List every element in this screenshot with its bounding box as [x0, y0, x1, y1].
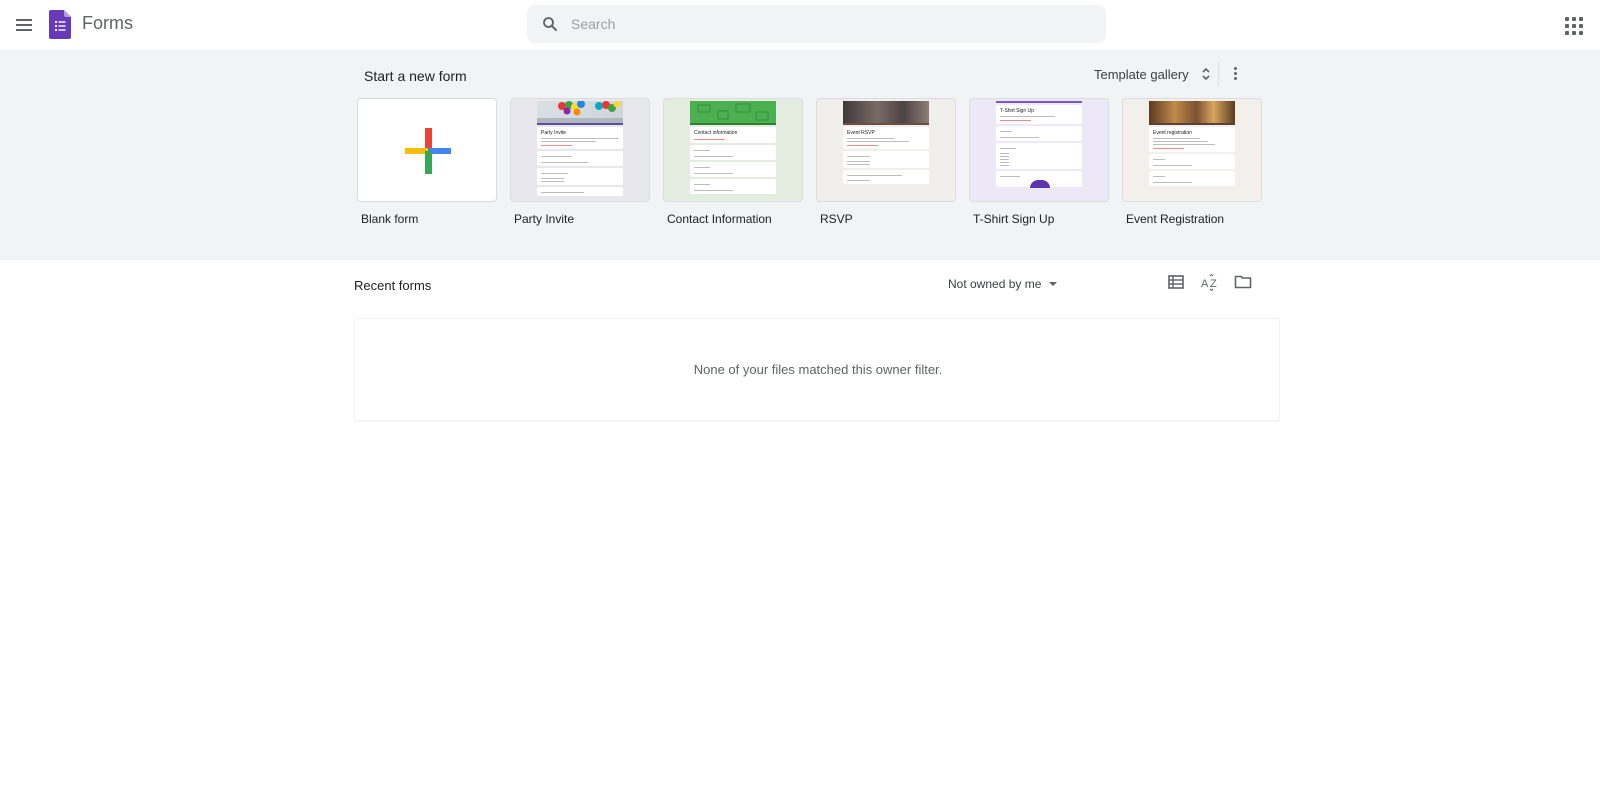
template-card-party-invite[interactable]: Party Invite Party Invite — [510, 98, 650, 226]
plus-icon — [358, 99, 497, 202]
thumb-title: T-Shirt Sign Up — [1000, 108, 1078, 114]
recent-forms-heading: Recent forms — [354, 278, 431, 293]
owner-filter-dropdown[interactable]: Not owned by me — [948, 274, 1057, 294]
dropdown-arrow-icon — [1049, 282, 1057, 286]
recent-forms-list: None of your files matched this owner fi… — [354, 318, 1280, 421]
main-menu-button[interactable] — [8, 9, 40, 41]
list-view-icon — [1166, 272, 1186, 292]
template-thumbnail — [357, 98, 497, 202]
section-heading: Start a new form — [364, 68, 467, 84]
template-label: T-Shirt Sign Up — [969, 212, 1109, 226]
thumb-title: Event registration — [1153, 130, 1231, 136]
search-icon[interactable] — [541, 15, 559, 33]
sort-az-icon: A Z — [1200, 272, 1220, 292]
template-card-rsvp[interactable]: Event RSVP RSVP — [816, 98, 956, 226]
template-label: Event Registration — [1122, 212, 1262, 226]
search-bar[interactable] — [527, 5, 1106, 43]
more-options-button[interactable] — [1226, 62, 1246, 86]
app-title[interactable]: Forms — [82, 13, 133, 34]
folder-icon — [1233, 272, 1253, 292]
google-apps-button[interactable] — [1562, 14, 1586, 38]
svg-text:A: A — [1201, 278, 1209, 290]
sort-button[interactable]: A Z — [1200, 272, 1220, 292]
template-card-contact-information[interactable]: Contact information Contact Information — [663, 98, 803, 226]
top-app-bar: Forms — [0, 0, 1600, 50]
thumb-title: Event RSVP — [847, 130, 925, 136]
thumb-title: Party Invite — [541, 130, 619, 136]
open-file-picker-button[interactable] — [1233, 272, 1253, 292]
template-label: Blank form — [357, 212, 497, 226]
search-input[interactable] — [571, 5, 1091, 43]
template-label: RSVP — [816, 212, 956, 226]
template-gallery-button[interactable]: Template gallery — [1088, 62, 1217, 86]
divider — [1218, 62, 1219, 86]
svg-text:Z: Z — [1210, 278, 1217, 290]
template-card-blank-form[interactable]: Blank form — [357, 98, 497, 226]
google-forms-logo-icon[interactable] — [49, 10, 71, 39]
template-thumbnail: Party Invite — [510, 98, 650, 202]
template-section: Start a new form Template gallery Blank … — [0, 50, 1600, 260]
template-label: Party Invite — [510, 212, 650, 226]
template-thumbnail: Contact information — [663, 98, 803, 202]
template-thumbnail: Event registration — [1122, 98, 1262, 202]
empty-state-message: None of your files matched this owner fi… — [355, 362, 1281, 377]
template-label: Contact Information — [663, 212, 803, 226]
template-card-event-registration[interactable]: Event registration Event Registration — [1122, 98, 1262, 226]
template-thumbnail: Event RSVP — [816, 98, 956, 202]
template-thumbnail: T-Shirt Sign Up — [969, 98, 1109, 202]
owner-filter-label: Not owned by me — [948, 277, 1041, 291]
thumb-title: Contact information — [694, 130, 772, 136]
template-gallery-label: Template gallery — [1094, 67, 1189, 82]
template-card-tshirt-sign-up[interactable]: T-Shirt Sign Up T-Shirt Sign Up — [969, 98, 1109, 226]
hamburger-menu-icon — [16, 19, 32, 31]
list-view-button[interactable] — [1166, 272, 1186, 292]
unfold-more-icon — [1201, 67, 1211, 81]
